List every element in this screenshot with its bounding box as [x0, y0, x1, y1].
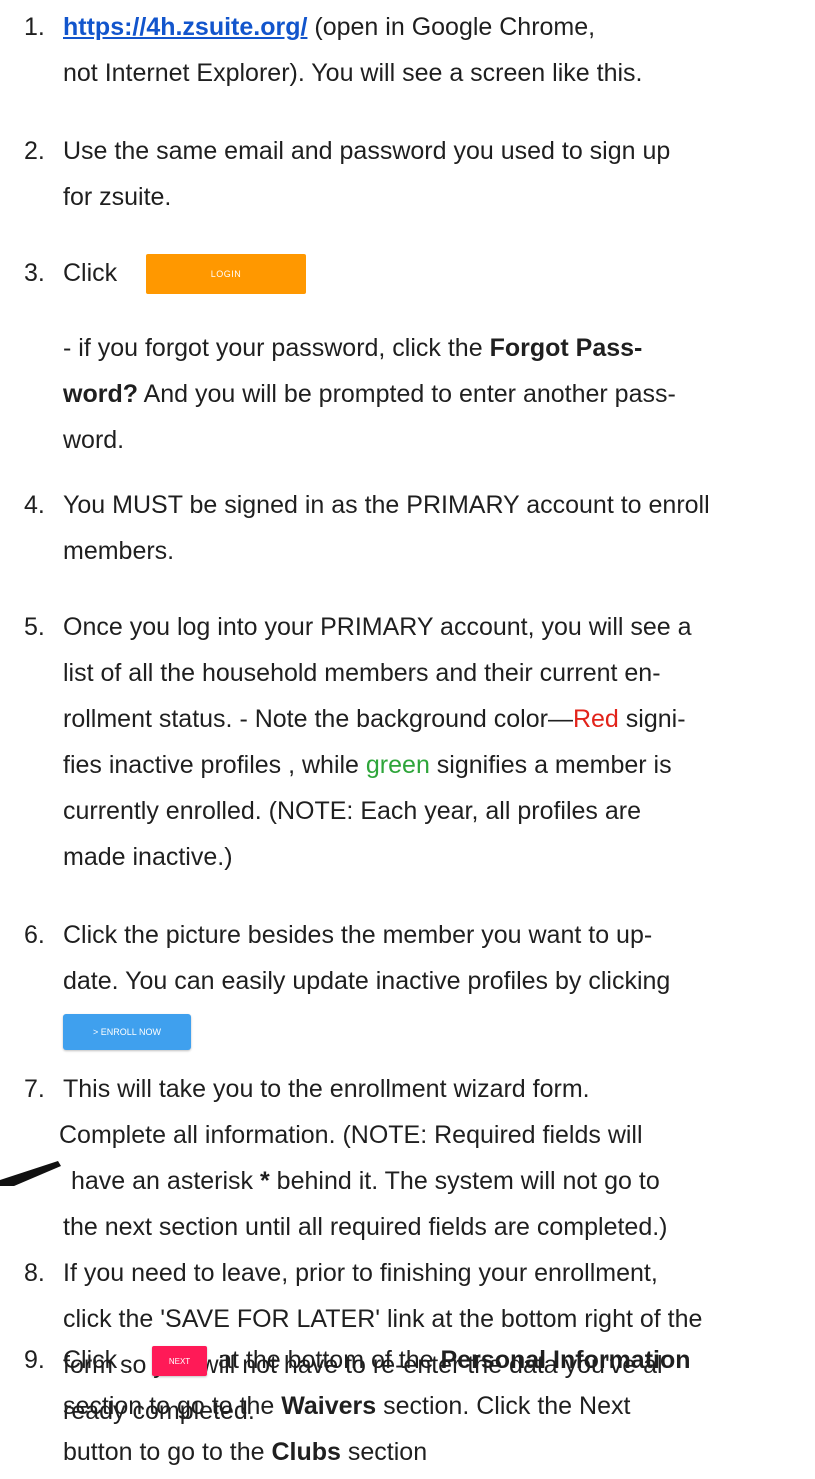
arrow-pointer-icon: [0, 1161, 61, 1186]
step-text-fragment: Click: [63, 1346, 118, 1374]
red-word: Red: [572, 705, 619, 733]
step-text-line: not Internet Explorer). You will see a s…: [63, 59, 643, 87]
step-number: 1.: [24, 13, 45, 41]
step-text-fragment: section. Click the Next: [376, 1392, 631, 1420]
step-number: 3.: [24, 259, 45, 287]
step-text-fragment: (open in Google Chrome,: [307, 13, 596, 41]
step-text-fragment: And you will be prompted to enter anothe…: [138, 380, 676, 408]
step-text-line: You MUST be signed in as the PRIMARY acc…: [63, 491, 710, 519]
step-text-line: date. You can easily update inactive pro…: [63, 967, 671, 995]
step-text: Once you log into your PRIMARY account, …: [63, 604, 798, 880]
step-text: Click the picture besides the member you…: [63, 912, 798, 1004]
step-text-fragment: have an asterisk: [71, 1167, 260, 1195]
step-text-line: list of all the household members and th…: [63, 659, 661, 687]
step-text-line: word.: [63, 426, 125, 454]
step-number: 8.: [24, 1259, 45, 1287]
step-number: 9.: [24, 1346, 45, 1374]
step-text-line: Complete all information. (NOTE: Require…: [59, 1121, 643, 1149]
personal-information-label: Personal Information: [440, 1346, 691, 1374]
green-word: green: [365, 751, 430, 779]
step-text-line: click the 'SAVE FOR LATER' link at the b…: [63, 1305, 703, 1333]
step-text-fragment: fies inactive profiles , while: [63, 751, 366, 779]
forgot-password-label: Forgot Pass-: [489, 334, 643, 362]
step-text-line: the next section until all required fiel…: [63, 1213, 668, 1241]
step-text-fragment: behind it. The system will not go to: [269, 1167, 660, 1195]
step-text-fragment: signifies a member is: [429, 751, 672, 779]
step-text-fragment: rollment status. - Note the background c…: [63, 705, 573, 733]
step-text-line: currently enrolled. (NOTE: Each year, al…: [63, 797, 642, 825]
step-text-fragment: signi-: [618, 705, 686, 733]
step-text-fragment: - if you forgot your password, click the: [63, 334, 490, 362]
step-text-line: If you need to leave, prior to finishing…: [63, 1259, 658, 1287]
step-text: This will take you to the enrollment wiz…: [59, 1066, 798, 1250]
login-button[interactable]: LOGIN: [146, 254, 306, 294]
clubs-label: Clubs: [271, 1438, 341, 1466]
step-text-line: This will take you to the enrollment wiz…: [63, 1075, 590, 1103]
waivers-label: Waivers: [281, 1392, 377, 1420]
step-text-line: Once you log into your PRIMARY account, …: [63, 613, 692, 641]
instructions-document: 1. https://4h.zsuite.org/ (open in Googl…: [0, 0, 815, 1479]
step-text-fragment: section: [340, 1438, 428, 1466]
step-text: You MUST be signed in as the PRIMARY acc…: [63, 482, 798, 574]
enroll-now-button[interactable]: > ENROLL NOW: [63, 1014, 191, 1050]
step-text-fragment: at the bottom of the: [211, 1346, 441, 1374]
step-text: https://4h.zsuite.org/ (open in Google C…: [63, 4, 798, 96]
step-text-line: Use the same email and password you used…: [63, 137, 671, 165]
step-text-line: for zsuite.: [63, 183, 172, 211]
step-text-line: members.: [63, 537, 175, 565]
step-text-line: made inactive.): [63, 843, 233, 871]
step-text: Use the same email and password you used…: [63, 128, 798, 220]
step-text-fragment: button to go to the: [63, 1438, 272, 1466]
step-number: 4.: [24, 491, 45, 519]
forgot-password-note: - if you forgot your password, click the…: [63, 325, 798, 463]
step-text-line: Click the picture besides the member you…: [63, 921, 653, 949]
step-number: 2.: [24, 137, 45, 165]
next-button[interactable]: NEXT: [152, 1346, 207, 1376]
step-text-fragment: section to go to the: [63, 1392, 282, 1420]
zsuite-link[interactable]: https://4h.zsuite.org/: [63, 13, 307, 41]
forgot-password-label: word?: [63, 380, 138, 408]
asterisk-symbol: *: [260, 1167, 270, 1195]
step-number: 5.: [24, 613, 45, 641]
step-number: 6.: [24, 921, 45, 949]
